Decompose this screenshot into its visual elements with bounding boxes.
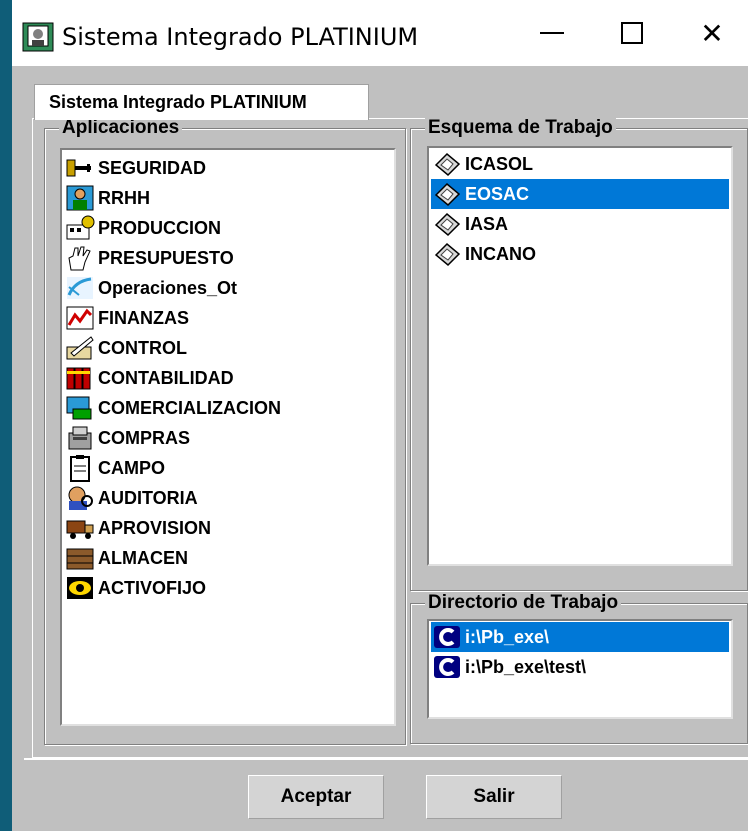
title-bar[interactable]: Sistema Integrado PLATINIUM ✕ — [12, 0, 748, 66]
cash-register-icon — [64, 424, 96, 452]
directorio-item-0[interactable]: i:\Pb_exe\ — [431, 622, 729, 652]
app-item-aprovision[interactable]: APROVISION — [64, 513, 384, 543]
app-item-contabilidad-label: CONTABILIDAD — [98, 367, 234, 388]
close-icon: ✕ — [700, 17, 724, 49]
minimize-button[interactable] — [517, 0, 587, 66]
app-item-operaciones_ot[interactable]: Operaciones_Ot — [64, 273, 384, 303]
main-window: Sistema Integrado PLATINIUM ✕ Sistema In… — [0, 0, 748, 831]
aplicaciones-list[interactable]: SEGURIDAD RRHH PRODUCCION PRESUPUESTO Operac… — [60, 148, 396, 726]
tab-sistema-integrado[interactable]: Sistema Integrado PLATINIUM — [34, 84, 369, 120]
app-icon — [22, 22, 54, 52]
app-item-campo[interactable]: CAMPO — [64, 453, 384, 483]
warehouse-icon — [64, 544, 96, 572]
hand-icon — [64, 244, 96, 272]
auditor-icon — [64, 484, 96, 512]
app-item-produccion[interactable]: PRODUCCION — [64, 213, 384, 243]
app-item-produccion-label: PRODUCCION — [98, 217, 222, 238]
directorio-item-1[interactable]: i:\Pb_exe\test\ — [431, 652, 729, 682]
maximize-icon — [621, 22, 643, 44]
app-item-control[interactable]: CONTROL — [64, 333, 384, 363]
salir-button[interactable]: Salir — [426, 775, 562, 819]
app-item-contabilidad[interactable]: CONTABILIDAD — [64, 363, 384, 393]
app-item-rrhh-label: RRHH — [98, 187, 150, 208]
close-button[interactable]: ✕ — [677, 0, 747, 66]
app-item-auditoria[interactable]: AUDITORIA — [64, 483, 384, 513]
esquema-item-incano[interactable]: INCANO — [431, 239, 729, 269]
eye-icon — [64, 574, 96, 602]
folder-c-icon — [431, 653, 463, 681]
app-item-almacen-label: ALMACEN — [98, 547, 188, 568]
app-item-activofijo-label: ACTIVOFIJO — [98, 577, 207, 598]
diamond-icon — [431, 210, 463, 238]
diamond-icon — [431, 180, 463, 208]
app-item-comercializacion-label: COMERCIALIZACION — [98, 397, 281, 418]
commerce-icon — [64, 394, 96, 422]
window-title: Sistema Integrado PLATINIUM — [62, 23, 419, 51]
app-item-finanzas-label: FINANZAS — [98, 307, 189, 328]
control-pen-icon — [64, 334, 96, 362]
app-item-presupuesto[interactable]: PRESUPUESTO — [64, 243, 384, 273]
key-icon — [64, 154, 96, 182]
person-icon — [64, 184, 96, 212]
esquema-item-incano-label: INCANO — [465, 243, 536, 264]
diamond-icon — [431, 240, 463, 268]
app-item-presupuesto-label: PRESUPUESTO — [98, 247, 234, 268]
esquema-item-iasa[interactable]: IASA — [431, 209, 729, 239]
esquema-item-icasol-label: ICASOL — [465, 153, 534, 174]
app-item-finanzas[interactable]: FINANZAS — [64, 303, 384, 333]
minimize-icon — [540, 32, 564, 34]
finance-chart-icon — [64, 304, 96, 332]
esquema-item-eosac-label: EOSAC — [465, 183, 530, 204]
folder-c-icon — [431, 623, 463, 651]
esquema-list[interactable]: ICASOL EOSAC IASA INCANO — [427, 146, 733, 566]
app-item-rrhh[interactable]: RRHH — [64, 183, 384, 213]
aceptar-button[interactable]: Aceptar — [248, 775, 384, 819]
app-item-aprovision-label: APROVISION — [98, 517, 212, 538]
directorio-list[interactable]: i:\Pb_exe\ i:\Pb_exe\test\ — [427, 619, 733, 719]
maximize-button[interactable] — [597, 0, 667, 66]
app-item-activofijo[interactable]: ACTIVOFIJO — [64, 573, 384, 603]
app-item-compras[interactable]: COMPRAS — [64, 423, 384, 453]
directorio-item-0-label: i:\Pb_exe\ — [465, 626, 550, 647]
directorio-item-1-label: i:\Pb_exe\test\ — [465, 656, 587, 677]
diamond-icon — [431, 150, 463, 178]
books-icon — [64, 364, 96, 392]
directorio-label: Directorio de Trabajo — [425, 592, 622, 614]
esquema-item-iasa-label: IASA — [465, 213, 509, 234]
app-item-control-label: CONTROL — [98, 337, 187, 358]
app-item-comercializacion[interactable]: COMERCIALIZACION — [64, 393, 384, 423]
app-item-campo-label: CAMPO — [98, 457, 165, 478]
app-item-almacen[interactable]: ALMACEN — [64, 543, 384, 573]
truck-icon — [64, 514, 96, 542]
esquema-label: Esquema de Trabajo — [425, 117, 616, 139]
app-item-seguridad[interactable]: SEGURIDAD — [64, 153, 384, 183]
app-item-auditoria-label: AUDITORIA — [98, 487, 198, 508]
app-item-operaciones_ot-label: Operaciones_Ot — [98, 277, 238, 298]
production-icon — [64, 214, 96, 242]
clipboard-icon — [64, 454, 96, 482]
aplicaciones-label: Aplicaciones — [59, 117, 183, 139]
separator — [24, 758, 748, 760]
esquema-item-icasol[interactable]: ICASOL — [431, 149, 729, 179]
esquema-item-eosac[interactable]: EOSAC — [431, 179, 729, 209]
app-item-seguridad-label: SEGURIDAD — [98, 157, 207, 178]
operations-icon — [64, 274, 96, 302]
app-item-compras-label: COMPRAS — [98, 427, 191, 448]
